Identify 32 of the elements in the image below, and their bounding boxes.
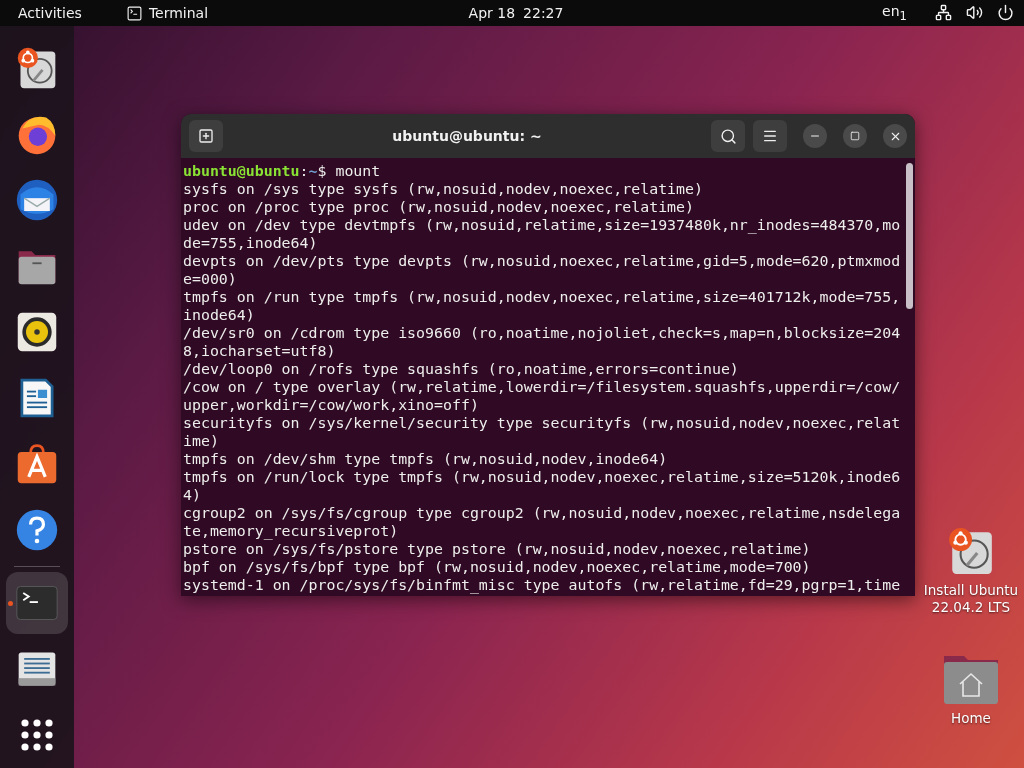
input-source-indicator[interactable]: en$_{1}$ (882, 3, 907, 23)
output-line: devpts on /dev/pts type devpts (rw,nosuid,noexec,relatime,gid=5,mode=620,ptmxmod (183, 252, 902, 270)
output-line: e=000) (183, 270, 238, 288)
output-line: upper,workdir=/cow/work,xino=off) (183, 396, 480, 414)
output-line: inode64) (183, 306, 256, 324)
activities-button[interactable]: Activities (18, 5, 82, 21)
output-line: /dev/loop0 on /rofs type squashfs (ro,noatime,errors=continue) (183, 360, 740, 378)
clock-date[interactable]: Apr 18 (468, 5, 516, 21)
output-line: tmpfs on /run/lock type tmpfs (rw,nosuid,nodev,noexec,relatime,size=5120k,inode6 (183, 468, 902, 486)
output-line: securityfs on /sys/kernel/security type securityfs (rw,nosuid,nodev,noexec,relat (183, 414, 902, 432)
output-line: de=755,inode64) (183, 234, 319, 252)
output-line: 8,iocharset=utf8) (183, 342, 337, 360)
output-line: cgroup2 on /sys/fs/cgroup type cgroup2 (rw,nosuid,nodev,noexec,relatime,nsdelega (183, 504, 902, 522)
prompt-line: ubuntu@ubuntu:~$ mount (183, 162, 382, 180)
app-menu-label[interactable]: Terminal (148, 5, 209, 21)
output-line: udev on /dev type devtmpfs (rw,nosuid,relatime,size=1937480k,nr_inodes=484370,mo (183, 216, 902, 234)
desktop-icon-label[interactable]: Home (919, 710, 1023, 727)
desktop-icon-label[interactable]: Install Ubuntu 22.04.2 LTS (919, 582, 1023, 616)
clock-time[interactable]: 22:27 (523, 5, 564, 21)
output-line: tmpfs on /run type tmpfs (rw,nosuid,nodev,noexec,relatime,size=401712k,mode=755, (183, 288, 902, 306)
output-line: tmpfs on /dev/shm type tmpfs (rw,nosuid,nodev,inode64) (183, 450, 669, 468)
output-line: proc on /proc type proc (rw,nosuid,nodev,noexec,relatime) (183, 198, 695, 216)
output-line: ime) (183, 432, 220, 450)
output-line: bpf on /sys/fs/bpf type bpf (rw,nosuid,nodev,noexec,relatime,mode=700) (183, 558, 812, 576)
window-title: ubuntu@ubuntu: ~ (391, 128, 543, 144)
output-line: /cow on / type overlay (rw,relatime,lowerdir=/filesystem.squashfs,upperdir=/cow/ (183, 378, 902, 396)
output-line: systemd-1 on /proc/sys/fs/binfmt_misc type autofs (rw,relatime,fd=29,pgrp=1,time (183, 576, 902, 594)
output-line: sysfs on /sys type sysfs (rw,nosuid,nodev,noexec,relatime) (183, 180, 704, 198)
output-line: 4) (183, 486, 202, 504)
output-line: te,memory_recursiveprot) (183, 522, 400, 540)
output-line: pstore on /sys/fs/pstore type pstore (rw,nosuid,nodev,noexec,relatime) (183, 540, 812, 558)
output-line: /dev/sr0 on /cdrom type iso9660 (ro,noatime,nojoliet,check=s,map=n,blocksize=204 (183, 324, 902, 342)
